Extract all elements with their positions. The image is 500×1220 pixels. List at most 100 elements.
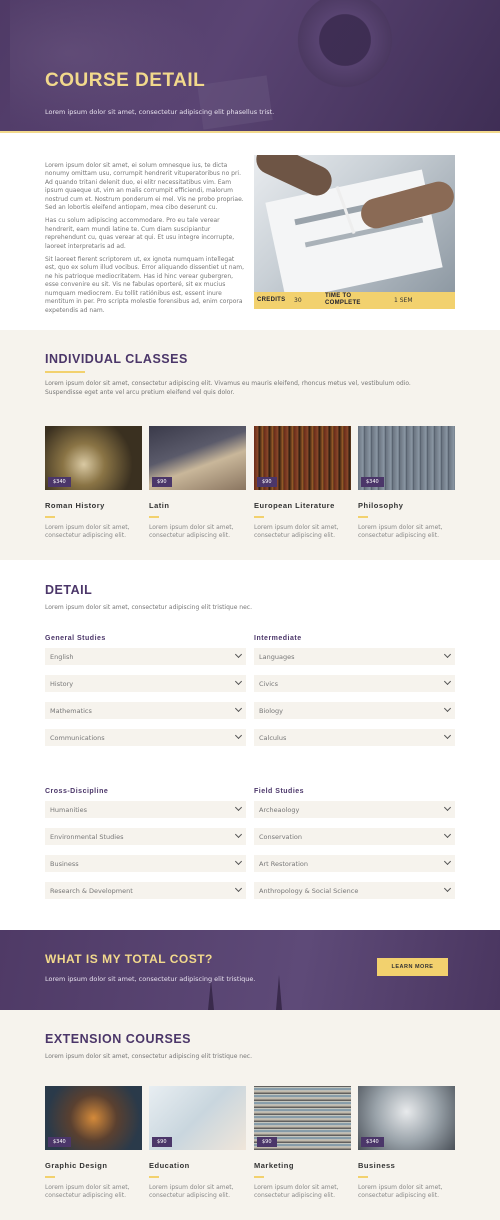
dropdown-english[interactable]: English: [45, 648, 246, 665]
course-hero-image: [254, 155, 455, 292]
course-card-business[interactable]: $340 Business Lorem ipsum dolor sit amet…: [358, 1086, 455, 1201]
dropdown-languages[interactable]: Languages: [254, 648, 455, 665]
class-card-european-literature[interactable]: $90 European Literature Lorem ipsum dolo…: [254, 426, 351, 541]
price-badge: $90: [257, 1137, 277, 1147]
section-description: Lorem ipsum dolor sit amet, consectetur …: [45, 380, 411, 396]
dropdown-label: Conservation: [259, 833, 302, 841]
dropdown-label: Environmental Studies: [50, 833, 124, 841]
course-description: Lorem ipsum dolor sit amet, consectetur …: [358, 1183, 443, 1200]
dropdown-archeaology[interactable]: Archeaology: [254, 801, 455, 818]
group-title-field-studies: Field Studies: [254, 788, 305, 795]
dropdown-calculus[interactable]: Calculus: [254, 729, 455, 746]
learn-more-button[interactable]: LEARN MORE: [377, 958, 448, 976]
intro-paragraph: Lorem ipsum dolor sit amet, ei solum omn…: [45, 162, 244, 212]
dropdown-label: Communications: [50, 734, 105, 742]
class-image[interactable]: $340: [45, 426, 142, 490]
hero-camera-lens-decoration: [285, 0, 405, 100]
course-image[interactable]: $340: [358, 1086, 455, 1150]
course-image[interactable]: $90: [149, 1086, 246, 1150]
chevron-down-icon: [234, 857, 243, 866]
dropdown-label: History: [50, 680, 74, 688]
dropdown-business[interactable]: Business: [45, 855, 246, 872]
course-card-education[interactable]: $90 Education Lorem ipsum dolor sit amet…: [149, 1086, 246, 1201]
course-image[interactable]: $90: [254, 1086, 351, 1150]
class-name[interactable]: Latin: [149, 501, 246, 510]
card-underline: [254, 516, 264, 518]
dropdown-label: Biology: [259, 707, 283, 715]
dropdown-label: Calculus: [259, 734, 287, 742]
price-badge: $90: [152, 477, 172, 487]
course-name[interactable]: Graphic Design: [45, 1161, 142, 1170]
dropdown-history[interactable]: History: [45, 675, 246, 692]
spire-decoration: [208, 980, 214, 1010]
course-card-graphic-design[interactable]: $340 Graphic Design Lorem ipsum dolor si…: [45, 1086, 142, 1201]
class-card-roman-history[interactable]: $340 Roman History Lorem ipsum dolor sit…: [45, 426, 142, 541]
chevron-down-icon: [234, 803, 243, 812]
course-meta-bar: CREDITS 30 TIME TO COMPLETE 1 SEM: [254, 292, 455, 309]
chevron-down-icon: [234, 731, 243, 740]
price-badge: $340: [48, 1137, 71, 1147]
dropdown-civics[interactable]: Civics: [254, 675, 455, 692]
group-title-general-studies: General Studies: [45, 635, 106, 642]
price-badge: $90: [152, 1137, 172, 1147]
class-description: Lorem ipsum dolor sit amet, consectetur …: [45, 523, 130, 540]
dropdown-label: Business: [50, 860, 79, 868]
class-card-latin[interactable]: $90 Latin Lorem ipsum dolor sit amet, co…: [149, 426, 246, 541]
class-name[interactable]: Roman History: [45, 501, 142, 510]
spire-decoration: [276, 975, 282, 1010]
time-to-complete-label: TIME TO COMPLETE: [325, 293, 361, 306]
intro-text: Lorem ipsum dolor sit amet, ei solum omn…: [45, 162, 245, 320]
card-underline: [254, 1176, 264, 1178]
dropdown-label: Languages: [259, 653, 295, 661]
dropdown-label: Archeaology: [259, 806, 300, 814]
class-card-philosophy[interactable]: $340 Philosophy Lorem ipsum dolor sit am…: [358, 426, 455, 541]
chevron-down-icon: [234, 884, 243, 893]
dropdown-research-development[interactable]: Research & Development: [45, 882, 246, 899]
card-underline: [358, 516, 368, 518]
extension-courses-section: EXTENSION COURSES Lorem ipsum dolor sit …: [0, 1010, 500, 1220]
course-image[interactable]: $340: [45, 1086, 142, 1150]
class-name[interactable]: European Literature: [254, 501, 351, 510]
price-badge: $340: [361, 1137, 384, 1147]
class-image[interactable]: $340: [358, 426, 455, 490]
dropdown-humanities[interactable]: Humanities: [45, 801, 246, 818]
dropdown-anthropology-social-science[interactable]: Anthropology & Social Science: [254, 882, 455, 899]
course-description: Lorem ipsum dolor sit amet, consectetur …: [254, 1183, 339, 1200]
course-name[interactable]: Education: [149, 1161, 246, 1170]
detail-section: DETAIL Lorem ipsum dolor sit amet, conse…: [0, 560, 500, 930]
intro-paragraph: Sit laoreet fierent scriptorem ut, ex ig…: [45, 256, 245, 314]
dropdown-environmental-studies[interactable]: Environmental Studies: [45, 828, 246, 845]
dropdown-communications[interactable]: Communications: [45, 729, 246, 746]
course-description: Lorem ipsum dolor sit amet, consectetur …: [149, 1183, 234, 1200]
chevron-down-icon: [234, 704, 243, 713]
individual-classes-section: INDIVIDUAL CLASSES Lorem ipsum dolor sit…: [0, 330, 500, 560]
class-name[interactable]: Philosophy: [358, 501, 455, 510]
course-name[interactable]: Marketing: [254, 1161, 351, 1170]
cost-subtitle: Lorem ipsum dolor sit amet, consectetur …: [45, 975, 256, 983]
dropdown-label: Civics: [259, 680, 278, 688]
section-title: DETAIL: [45, 583, 93, 597]
section-description: Lorem ipsum dolor sit amet, consectetur …: [45, 1053, 252, 1060]
dropdown-label: Anthropology & Social Science: [259, 887, 359, 895]
class-description: Lorem ipsum dolor sit amet, consectetur …: [358, 523, 443, 540]
intro-paragraph: Has cu solum adipiscing accommodare. Pro…: [45, 217, 235, 250]
page-title: COURSE DETAIL: [45, 70, 206, 91]
section-title: EXTENSION COURSES: [45, 1032, 192, 1046]
class-image[interactable]: $90: [149, 426, 246, 490]
dropdown-conservation[interactable]: Conservation: [254, 828, 455, 845]
dropdown-mathematics[interactable]: Mathematics: [45, 702, 246, 719]
dropdown-biology[interactable]: Biology: [254, 702, 455, 719]
chevron-down-icon: [443, 803, 452, 812]
hero-subtitle: Lorem ipsum dolor sit amet, consectetur …: [45, 108, 275, 116]
class-description: Lorem ipsum dolor sit amet, consectetur …: [254, 523, 339, 540]
course-card-marketing[interactable]: $90 Marketing Lorem ipsum dolor sit amet…: [254, 1086, 351, 1201]
card-underline: [358, 1176, 368, 1178]
chevron-down-icon: [443, 677, 452, 686]
course-name[interactable]: Business: [358, 1161, 455, 1170]
price-badge: $340: [361, 477, 384, 487]
chevron-down-icon: [234, 677, 243, 686]
dropdown-art-restoration[interactable]: Art Restoration: [254, 855, 455, 872]
chevron-down-icon: [234, 830, 243, 839]
class-image[interactable]: $90: [254, 426, 351, 490]
hero-banner: COURSE DETAIL Lorem ipsum dolor sit amet…: [0, 0, 500, 133]
